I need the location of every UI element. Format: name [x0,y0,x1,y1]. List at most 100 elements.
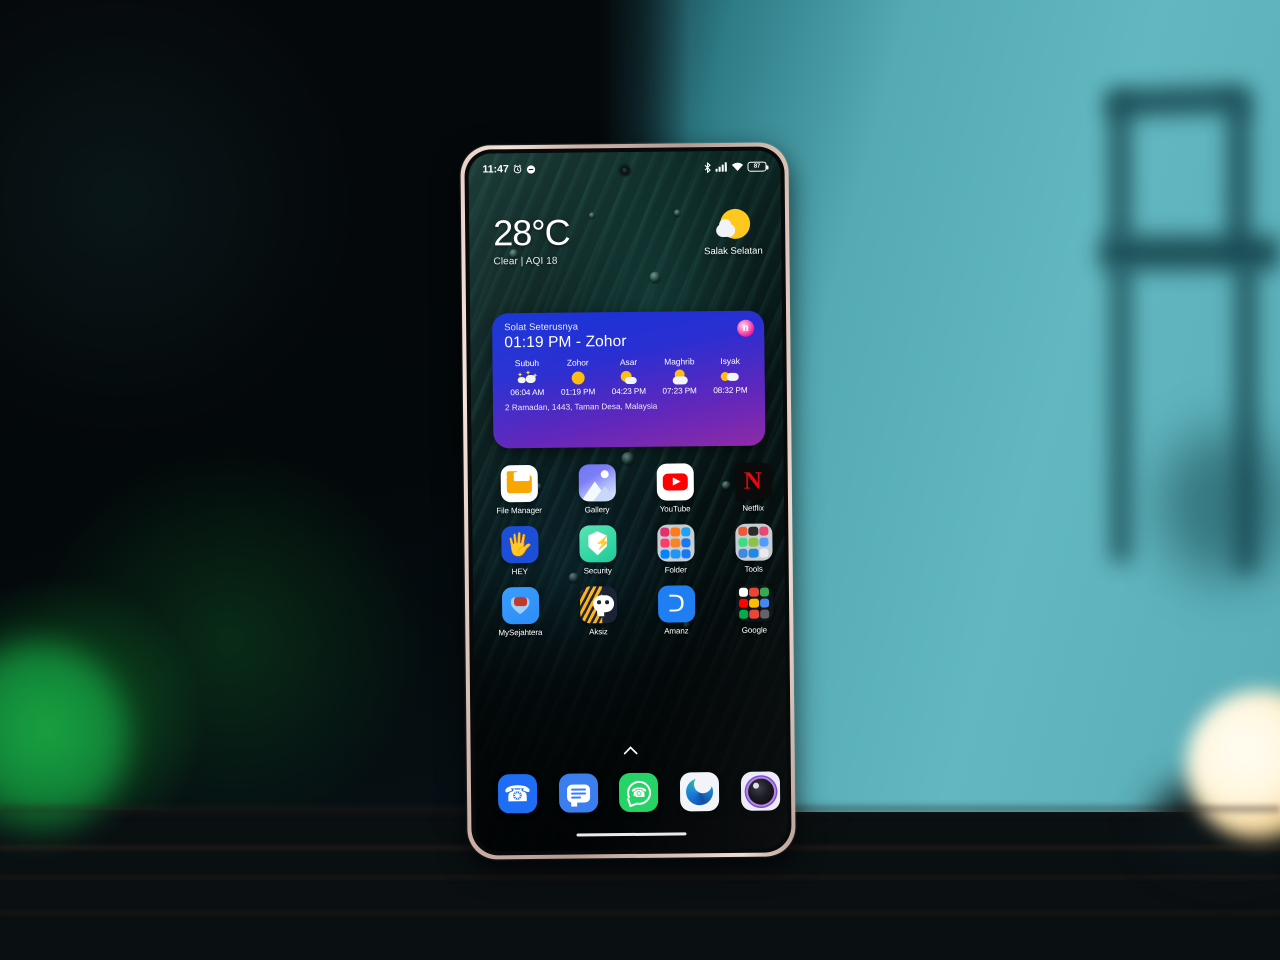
folder-mini-app-icon [760,609,770,619]
app-label: File Manager [496,505,542,516]
prayer-time: 01:19 PM [560,387,596,397]
sun-icon [568,369,588,386]
folder-mini-app-icon [660,549,670,559]
youtube-icon [656,463,694,501]
messages-icon[interactable] [558,773,598,813]
folder-mini-app-icon [749,587,759,598]
folder-mini-app-icon [749,609,759,619]
app-gallery[interactable]: Gallery [566,464,629,515]
folder-mini-app-icon [659,538,670,548]
hand-glyph: 🖐 [505,531,534,557]
dnd-icon [527,164,536,174]
sun-cloud-icon [619,369,639,386]
app-mysejahtera[interactable]: MySejahtera [489,586,552,638]
sunset-cloud-icon [669,368,689,385]
prayer-time: 04:23 PM [611,386,647,397]
prayer-cell-subuh[interactable]: Subuh ✦ ✦ ✦ 06:04 AM [501,358,552,398]
aksiz-icon [579,586,617,624]
prayer-cell-maghrib[interactable]: Maghrib 07:23 PM [654,356,705,396]
phone-icon[interactable]: ☎ [497,773,538,814]
prayer-time: 06:04 AM [510,387,545,398]
app-security[interactable]: ⚡ Security [566,525,629,576]
folder-mini-app-icon [681,538,691,548]
wifi-icon [731,162,744,172]
security-shield-icon: ⚡ [578,525,617,563]
app-youtube[interactable]: YouTube [644,463,707,514]
weather-location: Salak Selatan [704,245,763,258]
app-label: Aksiz [589,627,608,637]
prayer-name: Zohor [566,357,589,368]
app-label: Security [583,566,612,576]
folder-mini-app-icon [738,598,748,609]
app-file-manager[interactable]: File Manager [488,464,551,516]
prayer-name: Maghrib [664,356,695,367]
app-label: MySejahtera [498,627,543,638]
whatsapp-icon[interactable]: ☎ [619,772,659,813]
folder-mini-app-icon [737,537,748,548]
folder-mini-app-icon [681,527,691,537]
folder-mini-app-icon [748,548,759,558]
prayer-cell-asar[interactable]: Asar 04:23 PM [603,357,654,397]
sun-behind-cloud-icon [716,208,751,243]
prayer-name: Asar [619,356,638,368]
chevron-up-icon[interactable] [623,742,638,755]
app-netflix[interactable]: N Netflix [722,462,785,513]
folder-mini-app-icon [760,598,770,608]
phone-screen[interactable]: 11:47 87 28°C Clear | AQI 18 Salak Selat… [468,150,788,852]
blurred-chair-leg-left [1112,262,1130,562]
amanz-glyph: ᑕ [667,591,685,617]
folder-tools-icon [734,523,773,561]
folder-mini-app-icon [760,587,770,597]
moon-cloud-icon [720,368,740,385]
weather-location-block: Salak Selatan [697,208,769,258]
folder-mini-app-icon [659,527,670,537]
status-time: 11:47 [482,163,509,176]
app-folder-google[interactable]: Google [723,584,786,635]
folder-mini-app-icon [670,538,681,548]
dock: ☎ ☎ [487,771,788,814]
app-folder-social[interactable]: Folder [644,524,707,575]
folder-mini-app-icon [749,598,759,608]
folder-social-icon [656,524,695,562]
app-label: Google [741,625,767,635]
netflix-icon: N [734,462,772,500]
folder-mini-app-icon [738,587,748,598]
bluetooth-icon [703,161,711,173]
app-hey[interactable]: 🖐 HEY [488,525,551,577]
folder-mini-app-icon [748,537,759,547]
folder-mini-app-icon [748,526,759,537]
camera-icon[interactable] [740,771,781,811]
blurred-chair-back-right [1228,96,1250,256]
weather-widget[interactable]: 28°C Clear | AQI 18 Salak Selatan [493,208,766,280]
app-folder-tools[interactable]: Tools [722,523,785,574]
app-label: Netflix [742,503,764,513]
app-label: Tools [744,564,763,574]
file-manager-icon [500,464,538,503]
app-amanz[interactable]: ᑕ Amanz [645,585,708,636]
app-aksiz[interactable]: Aksiz [567,586,630,637]
blurred-chair-back-left [1110,96,1130,246]
battery-level: 87 [753,163,761,170]
prayer-cell-isyak[interactable]: Isyak 08:32 PM [705,356,756,396]
signal-icon [715,162,727,172]
folder-mini-app-icon [670,549,681,559]
smartphone: 11:47 87 28°C Clear | AQI 18 Salak Selat… [460,142,796,860]
gallery-icon [578,464,616,502]
prayer-time: 08:32 PM [713,385,748,396]
folder-mini-app-icon [759,537,769,547]
hey-icon: 🖐 [500,525,539,564]
prayer-cell-zohor[interactable]: Zohor 01:19 PM [552,357,603,397]
edge-browser-icon[interactable] [680,772,720,812]
app-grid: File Manager Gallery YouTube N Netflix 🖐… [480,462,788,648]
status-bar: 11:47 87 [468,156,780,179]
folder-mini-app-icon [670,527,681,537]
battery-icon: 87 [747,161,767,172]
folder-mini-app-icon [738,548,748,558]
app-label: YouTube [659,504,691,514]
mysejahtera-icon [501,586,539,625]
prayer-times-widget[interactable]: n Solat Seterusnya 01:19 PM - Zohor Subu… [492,310,766,449]
app-label: Amanz [664,626,689,636]
app-row: 🖐 HEY ⚡ Security Folder Tools [480,523,787,576]
stars-night-icon: ✦ ✦ ✦ [517,370,538,387]
folder-google-icon [735,584,773,622]
